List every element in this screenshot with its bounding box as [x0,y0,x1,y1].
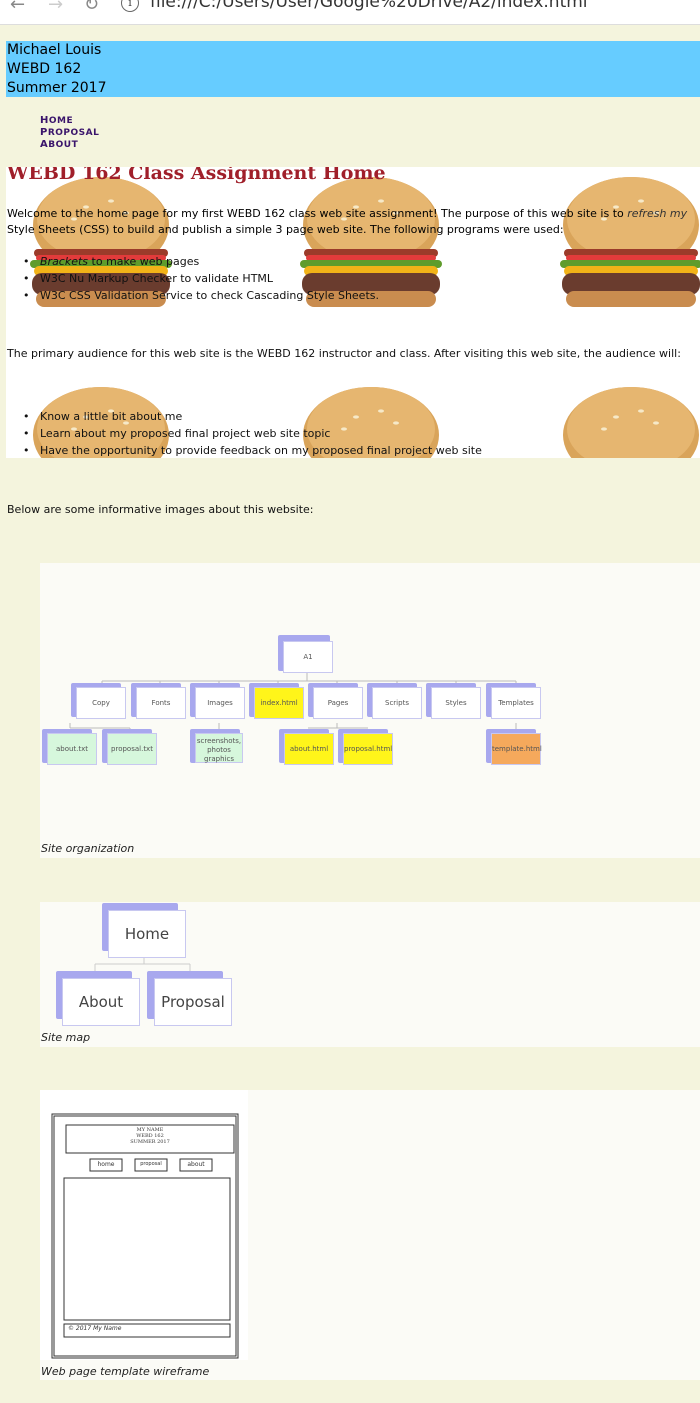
site-map-about-node: About [62,978,140,1026]
tree-node: Pages [313,687,363,719]
site-map-home-node: Home [108,910,186,958]
info-icon[interactable]: i [121,0,139,12]
audience-paragraph: The primary audience for this web site i… [7,347,681,360]
hero-section: WEBD 162 Class Assignment Home Welcome t… [6,167,700,458]
wireframe-link: home [97,1161,115,1168]
tree-node: screenshots, photos graphics [195,733,243,763]
tree-node: index.html [254,687,304,719]
figure-caption: Site organization [41,842,135,855]
site-header: Michael Louis WEBD 162 Summer 2017 [6,41,700,97]
reload-icon[interactable]: ↻ [84,0,99,15]
author-name: Michael Louis [7,42,102,58]
tree-node: Scripts [372,687,422,719]
tree-node: template.html [491,733,542,765]
tree-node: proposal.txt [107,733,157,765]
list-item: W3C Nu Markup Checker to validate HTML [6,270,379,287]
programs-list: Brackets to make web pages W3C Nu Markup… [6,253,379,304]
tree-node: proposal.html [343,733,393,765]
wireframe-link: about [187,1161,205,1168]
wireframe-link: proposal [140,1161,162,1167]
tree-node: about.txt [47,733,97,765]
nav-link-proposal[interactable]: PROPOSAL [40,127,99,139]
list-item: Have the opportunity to provide feedback… [6,442,482,458]
images-intro: Below are some informative images about … [7,503,314,516]
page-title: WEBD 162 Class Assignment Home [7,167,386,184]
outcomes-list: Know a little bit about me Learn about m… [6,408,482,458]
tree-node: A1 [283,641,333,673]
list-item: Know a little bit about me [6,408,482,425]
tree-node: Images [195,687,245,719]
site-map-figure: Home About Proposal Site map [40,902,700,1047]
tree-node: Styles [431,687,481,719]
course-name: WEBD 162 [7,61,82,77]
tree-node: about.html [284,733,334,765]
forward-arrow-icon[interactable]: → [48,0,63,15]
figure-caption: Site map [41,1031,91,1044]
wireframe-footer-text: © 2017 My Name [68,1325,122,1332]
wireframe-figure: MY NAME WEBD 162 SUMMER 2017 home propos… [40,1090,700,1380]
site-map-proposal-node: Proposal [154,978,232,1026]
back-arrow-icon[interactable]: ← [10,0,25,15]
list-item: W3C CSS Validation Service to check Casc… [6,287,379,304]
nav-link-home[interactable]: HOME [40,115,99,127]
wireframe-header-text: MY NAME WEBD 162 SUMMER 2017 [130,1127,170,1145]
tree-node: Templates [491,687,541,719]
list-item: Brackets to make web pages [6,253,379,270]
wireframe-sketch-image: MY NAME WEBD 162 SUMMER 2017 home propos… [40,1090,248,1360]
address-field[interactable]: file:///C:/Users/User/Google%20Drive/A2/… [150,0,588,12]
tree-node: Fonts [136,687,186,719]
tree-node: Copy [76,687,126,719]
main-nav: HOME PROPOSAL ABOUT [40,115,99,151]
term: Summer 2017 [7,80,107,96]
figure-caption: Web page template wireframe [41,1365,210,1378]
site-organization-figure: A1 Copy Fonts Images index.html Pages Sc… [40,563,700,858]
browser-url-bar: ← → ↻ i file:///C:/Users/User/Google%20D… [0,0,700,25]
list-item: Learn about my proposed final project we… [6,425,482,442]
nav-link-about[interactable]: ABOUT [40,139,99,151]
welcome-paragraph: Welcome to the home page for my first WE… [7,207,688,236]
